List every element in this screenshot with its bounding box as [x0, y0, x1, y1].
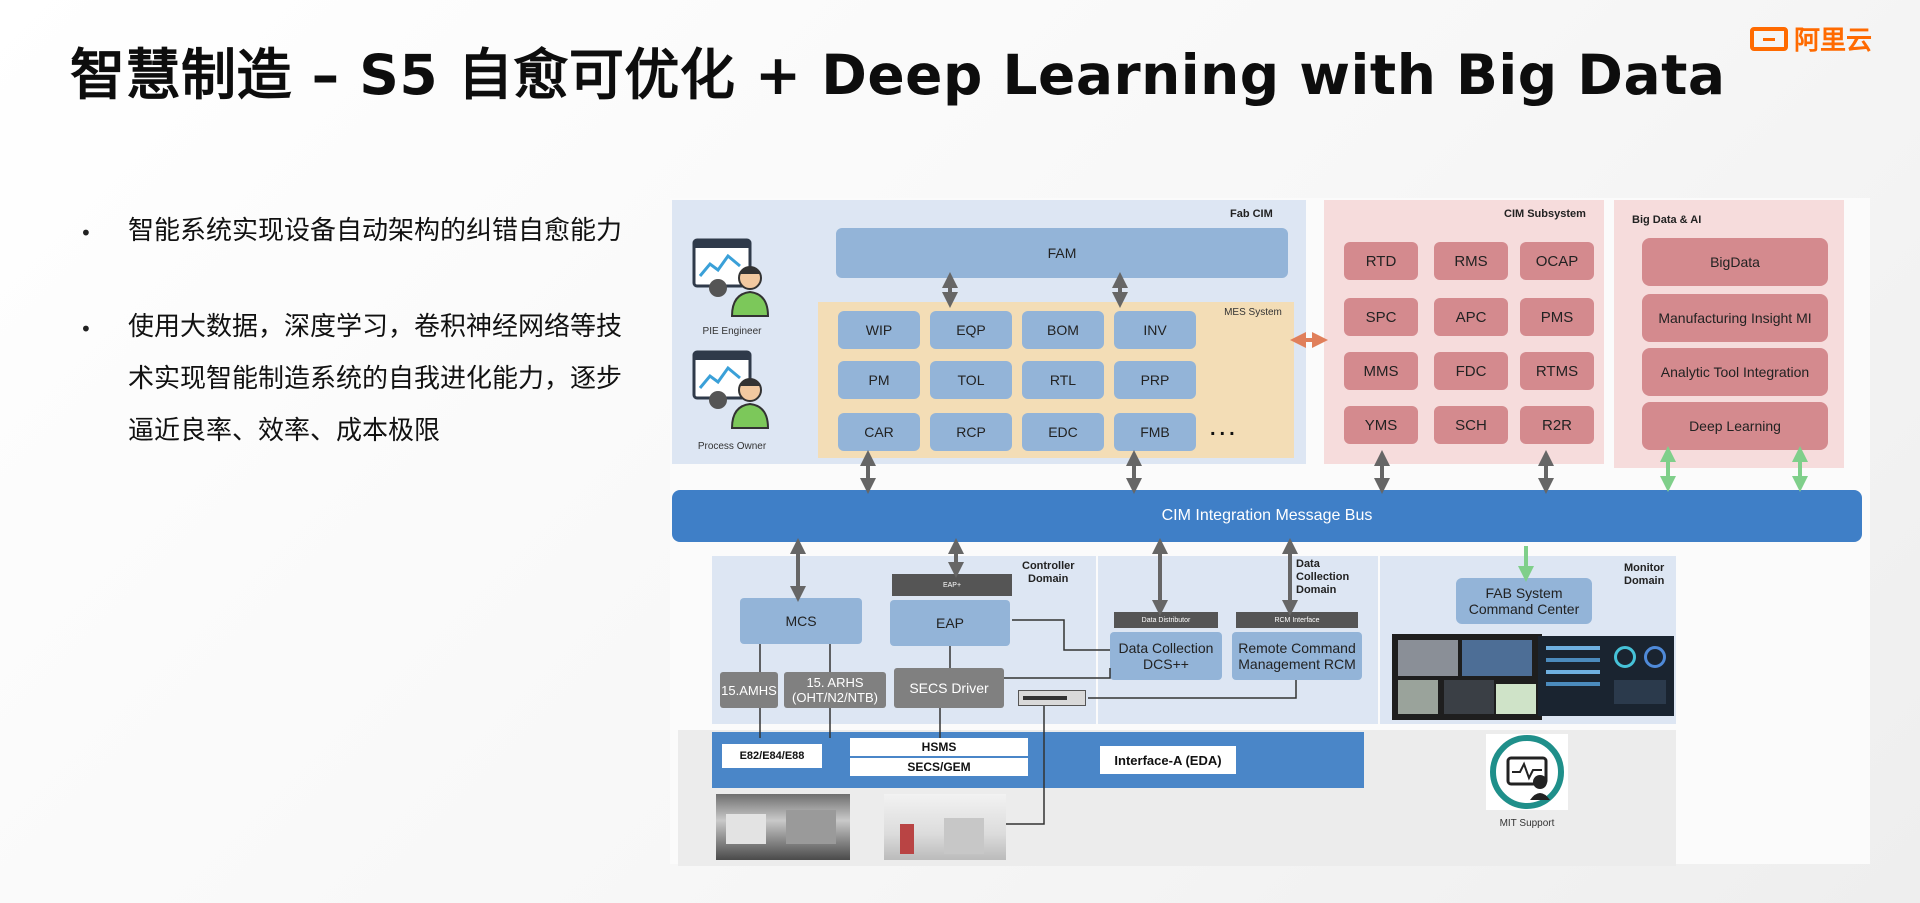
line-eap-dcs — [1012, 619, 1110, 651]
line-server-photo — [1006, 706, 1045, 825]
line-secs-dcs — [1004, 668, 1111, 679]
architecture-diagram: Fab CIM FAM PIE Engineer Process Owner M… — [0, 0, 1920, 903]
line-rcm-server — [1088, 680, 1297, 699]
connector-arrows — [759, 272, 1808, 825]
